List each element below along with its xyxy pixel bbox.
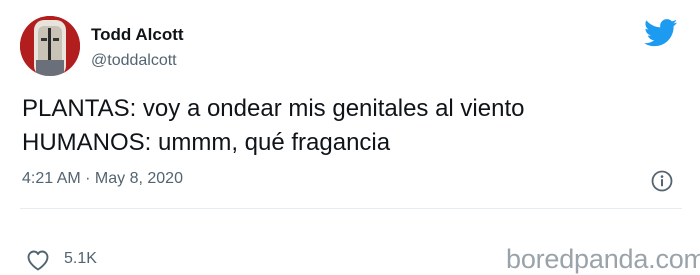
info-icon[interactable] bbox=[651, 170, 673, 192]
twitter-bird-icon[interactable] bbox=[644, 19, 678, 47]
watermark: boredpanda.com bbox=[506, 244, 700, 274]
tweet-line: HUMANOS: ummm, qué fragancia bbox=[22, 129, 391, 156]
like-count[interactable]: 5.1K bbox=[64, 250, 97, 268]
author-handle[interactable]: @toddalcott bbox=[91, 52, 177, 70]
author-name[interactable]: Todd Alcott bbox=[91, 25, 184, 45]
avatar-image bbox=[20, 16, 80, 76]
heart-icon[interactable] bbox=[26, 249, 50, 271]
tweet-text: PLANTAS: voy a ondear mis genitales al v… bbox=[22, 92, 682, 160]
tweet-timestamp[interactable]: 4:21 AM · May 8, 2020 bbox=[22, 170, 183, 188]
avatar[interactable] bbox=[20, 16, 80, 76]
tweet-line: PLANTAS: voy a ondear mis genitales al v… bbox=[22, 95, 525, 122]
divider bbox=[20, 208, 682, 209]
